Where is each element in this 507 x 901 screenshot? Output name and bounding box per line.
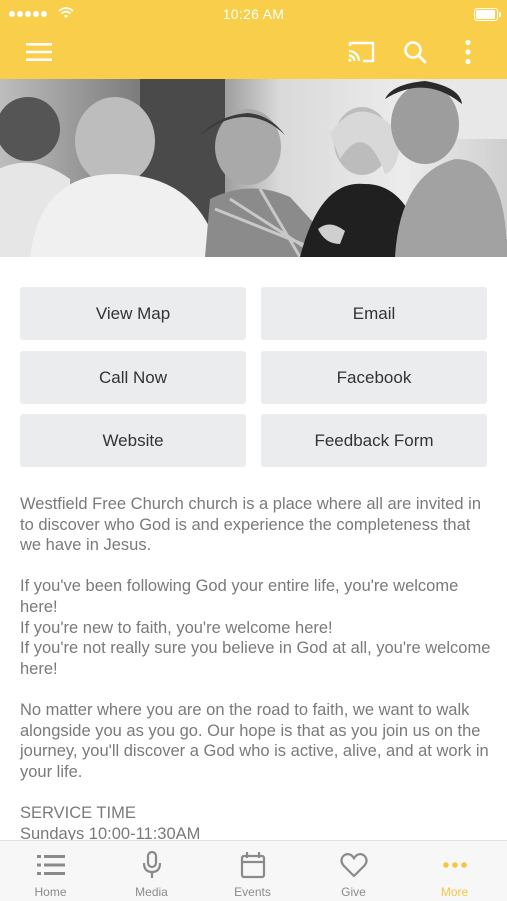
cast-icon xyxy=(348,41,375,63)
welcome-line: If you're not really sure you believe in… xyxy=(20,639,491,678)
cast-button[interactable] xyxy=(343,34,379,70)
tab-label: More xyxy=(440,885,469,899)
journey-paragraph: No matter where you are on the road to f… xyxy=(20,700,489,781)
search-icon xyxy=(404,41,427,64)
tab-label: Home xyxy=(34,885,67,899)
welcome-line: If you're new to faith, you're welcome h… xyxy=(20,618,333,637)
heart-icon xyxy=(339,853,368,878)
welcome-paragraph: If you've been following God your entire… xyxy=(20,576,495,679)
tab-home[interactable]: Home xyxy=(0,841,101,901)
tab-events[interactable]: Events xyxy=(202,841,303,901)
battery-icon xyxy=(474,8,501,21)
call-now-button[interactable]: Call Now xyxy=(20,351,246,404)
more-horiz-icon xyxy=(442,862,467,868)
hero-image xyxy=(0,79,507,257)
view-map-button[interactable]: View Map xyxy=(20,287,246,340)
list-icon xyxy=(36,855,65,875)
search-button[interactable] xyxy=(397,34,433,70)
status-time: 10:26 AM xyxy=(222,6,285,22)
tab-label: Give xyxy=(341,885,366,899)
intro-paragraph: Westfield Free Church church is a place … xyxy=(20,495,481,555)
tab-bar: Home Media Events Give More xyxy=(0,840,507,901)
status-bar: 10:26 AM xyxy=(0,0,507,28)
calendar-icon xyxy=(240,852,265,879)
facebook-button[interactable]: Facebook xyxy=(261,351,487,404)
tab-more[interactable]: More xyxy=(404,841,505,901)
service-info: SERVICE TIME Sundays 10:00-11:30AM xyxy=(20,803,495,844)
service-heading: SERVICE TIME xyxy=(20,803,136,822)
app-header: 10:26 AM xyxy=(0,0,507,79)
website-button[interactable]: Website xyxy=(20,414,246,467)
church-description: Westfield Free Church church is a place … xyxy=(20,494,495,844)
tab-give[interactable]: Give xyxy=(303,841,404,901)
tab-label: Media xyxy=(135,885,168,899)
more-vert-icon xyxy=(465,39,471,65)
tab-label: Events xyxy=(234,885,271,899)
welcome-line: If you've been following God your entire… xyxy=(20,577,459,616)
feedback-form-button[interactable]: Feedback Form xyxy=(261,414,487,467)
more-options-button[interactable] xyxy=(450,34,486,70)
menu-button[interactable] xyxy=(21,34,57,70)
microphone-icon xyxy=(142,851,161,878)
menu-icon xyxy=(26,43,52,61)
email-button[interactable]: Email xyxy=(261,287,487,340)
tab-media[interactable]: Media xyxy=(101,841,202,901)
